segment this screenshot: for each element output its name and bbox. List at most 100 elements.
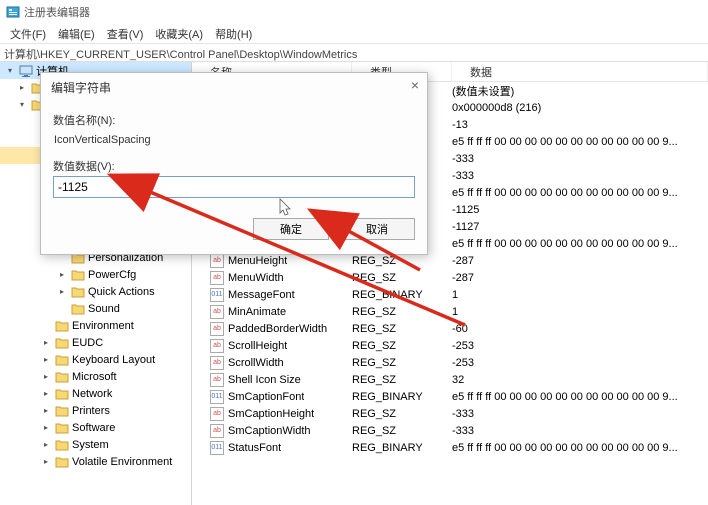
binary-value-icon: 011 (210, 390, 224, 404)
tree-node[interactable]: ▸ Keyboard Layout (0, 351, 191, 368)
binary-value-icon: 011 (210, 288, 224, 302)
expand-icon[interactable]: ▸ (40, 405, 52, 417)
list-row[interactable]: abScrollWidthREG_SZ-253 (192, 354, 708, 371)
dialog-title: 编辑字符串 × (41, 73, 427, 102)
folder-icon (54, 335, 69, 350)
value-type: REG_SZ (352, 272, 452, 284)
name-label: 数值名称(N): (53, 112, 415, 128)
tree-label: Sound (88, 303, 120, 315)
expand-icon[interactable]: ▸ (40, 422, 52, 434)
value-data: -253 (452, 357, 708, 369)
value-type: REG_SZ (352, 323, 452, 335)
expand-icon[interactable]: ▸ (16, 82, 28, 94)
value-type: REG_SZ (352, 357, 452, 369)
value-name: SmCaptionWidth (228, 425, 311, 437)
value-data: -333 (452, 425, 708, 437)
value-name: ScrollWidth (228, 357, 284, 369)
app-title: 注册表编辑器 (24, 4, 90, 20)
tree-node[interactable]: ▸Microsoft (0, 368, 191, 385)
value-data: 1 (452, 289, 708, 301)
title-bar: 注册表编辑器 (0, 0, 708, 24)
list-row[interactable]: abMinAnimateREG_SZ1 (192, 303, 708, 320)
expand-icon[interactable]: ▸ (40, 371, 52, 383)
value-data: 0x000000d8 (216) (452, 102, 708, 114)
expand-icon[interactable]: ▸ (56, 286, 68, 298)
list-row[interactable]: 011StatusFontREG_BINARYe5 ff ff ff 00 00… (192, 439, 708, 456)
cancel-button[interactable]: 取消 (339, 218, 415, 240)
tree-node[interactable]: ▸ Quick Actions (0, 283, 191, 300)
close-icon[interactable]: × (411, 77, 419, 93)
value-type: REG_SZ (352, 408, 452, 420)
value-data: e5 ff ff ff 00 00 00 00 00 00 00 00 00 0… (452, 391, 708, 403)
computer-icon (18, 63, 33, 78)
folder-icon (54, 454, 69, 469)
value-name: SmCaptionFont (228, 391, 304, 403)
folder-icon (54, 318, 69, 333)
list-row[interactable]: abMenuWidthREG_SZ-287 (192, 269, 708, 286)
list-row[interactable]: abScrollHeightREG_SZ-253 (192, 337, 708, 354)
string-value-icon: ab (210, 254, 224, 268)
tree-label: Network (72, 388, 112, 400)
tree-label: Software (72, 422, 115, 434)
value-name: Shell Icon Size (228, 374, 301, 386)
value-data: e5 ff ff ff 00 00 00 00 00 00 00 00 00 0… (452, 187, 708, 199)
value-name: MinAnimate (228, 306, 286, 318)
folder-icon (70, 284, 85, 299)
tree-label: System (72, 439, 109, 451)
list-row[interactable]: abSmCaptionWidthREG_SZ-333 (192, 422, 708, 439)
value-name: PaddedBorderWidth (228, 323, 327, 335)
address-bar[interactable]: 计算机\HKEY_CURRENT_USER\Control Panel\Desk… (0, 44, 708, 62)
no-toggle-icon (40, 320, 52, 332)
tree-node[interactable]: ▸ Printers (0, 402, 191, 419)
value-data: -13 (452, 119, 708, 131)
value-data: -333 (452, 170, 708, 182)
expand-icon[interactable]: ▸ (40, 337, 52, 349)
string-value-icon: ab (210, 373, 224, 387)
menu-view[interactable]: 查看(V) (101, 24, 150, 44)
data-value-input[interactable] (53, 176, 415, 198)
folder-icon (54, 386, 69, 401)
tree-node[interactable]: ▸PowerCfg (0, 266, 191, 283)
list-row[interactable]: abShell Icon SizeREG_SZ32 (192, 371, 708, 388)
list-row[interactable]: 011MessageFontREG_BINARY1 (192, 286, 708, 303)
tree-node[interactable]: Sound (0, 300, 191, 317)
tree-node[interactable]: ▸Volatile Environment (0, 453, 191, 470)
tree-node[interactable]: ▸ System (0, 436, 191, 453)
expand-icon[interactable]: ▸ (40, 456, 52, 468)
tree-node[interactable]: ▸ Network (0, 385, 191, 402)
tree-node[interactable]: Environment (0, 317, 191, 334)
string-value-icon: ab (210, 407, 224, 421)
tree-label: Keyboard Layout (72, 354, 155, 366)
list-row[interactable]: abPaddedBorderWidthREG_SZ-60 (192, 320, 708, 337)
expand-icon[interactable]: ▸ (40, 354, 52, 366)
tree-label: Printers (72, 405, 110, 417)
ok-button[interactable]: 确定 (253, 218, 329, 240)
tree-label: Quick Actions (88, 286, 155, 298)
list-row[interactable]: abSmCaptionHeightREG_SZ-333 (192, 405, 708, 422)
list-row[interactable]: 011SmCaptionFontREG_BINARYe5 ff ff ff 00… (192, 388, 708, 405)
binary-value-icon: 011 (210, 441, 224, 455)
no-toggle-icon (56, 303, 68, 315)
menu-help[interactable]: 帮助(H) (209, 24, 258, 44)
value-data: -1125 (452, 204, 708, 216)
value-type: REG_SZ (352, 306, 452, 318)
col-data[interactable]: 数据 (452, 62, 708, 81)
value-type: REG_SZ (352, 374, 452, 386)
collapse-icon[interactable]: ▾ (16, 99, 28, 111)
expand-icon[interactable]: ▸ (40, 439, 52, 451)
name-value: IconVerticalSpacing (53, 132, 415, 148)
value-type: REG_SZ (352, 255, 452, 267)
tree-node[interactable]: ▸EUDC (0, 334, 191, 351)
value-data: -287 (452, 255, 708, 267)
value-name: ScrollHeight (228, 340, 287, 352)
collapse-icon[interactable]: ▾ (4, 65, 16, 77)
expand-icon[interactable]: ▸ (40, 388, 52, 400)
menu-file[interactable]: 文件(F) (4, 24, 52, 44)
value-data: 1 (452, 306, 708, 318)
tree-node[interactable]: ▸ Software (0, 419, 191, 436)
menu-edit[interactable]: 编辑(E) (52, 24, 101, 44)
expand-icon[interactable]: ▸ (56, 269, 68, 281)
folder-icon (54, 420, 69, 435)
menu-favorites[interactable]: 收藏夹(A) (149, 24, 209, 44)
folder-icon (54, 369, 69, 384)
